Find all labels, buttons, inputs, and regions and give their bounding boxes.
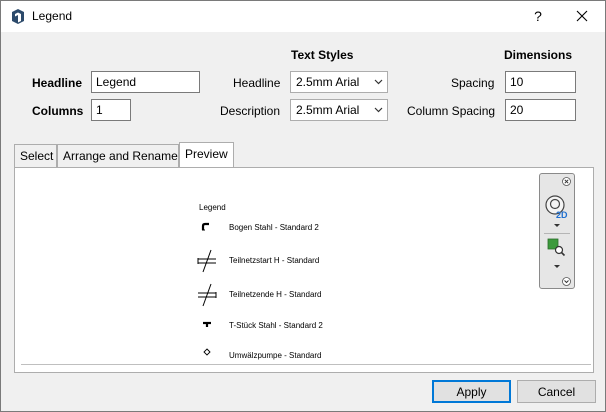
subnet-end-icon xyxy=(198,283,217,307)
column-spacing-label: Column Spacing xyxy=(407,104,496,118)
columns-label: Columns xyxy=(32,104,84,118)
close-icon[interactable] xyxy=(562,177,571,186)
text-styles-heading: Text Styles xyxy=(291,48,354,62)
chevron-down-icon xyxy=(374,107,383,113)
tab-preview[interactable]: Preview xyxy=(179,142,234,168)
style-description-label: Description xyxy=(220,104,281,118)
chevron-down-icon[interactable] xyxy=(553,223,561,228)
chevron-down-icon xyxy=(374,79,383,85)
help-icon: ? xyxy=(534,8,542,24)
style-headline-label: Headline xyxy=(233,76,281,90)
navigation-bar: 2D xyxy=(539,173,575,289)
tee-fitting-icon xyxy=(203,321,211,327)
chevron-down-icon[interactable] xyxy=(553,264,561,269)
2d-wheel-icon[interactable]: 2D xyxy=(544,194,570,220)
preview-canvas[interactable]: Legend Bogen Stahl - Standard 2 Teilnetz… xyxy=(18,171,591,367)
description-style-value: 2.5mm Arial xyxy=(296,103,360,117)
cancel-button[interactable]: Cancel xyxy=(517,380,596,403)
app-icon xyxy=(12,9,24,24)
help-button[interactable]: ? xyxy=(525,5,551,27)
preview-divider xyxy=(21,364,591,365)
legend-dialog: Legend ? Headline Columns Text Styles He… xyxy=(0,0,606,412)
legend-item-label: T-Stück Stahl - Standard 2 xyxy=(229,321,323,330)
subnet-start-icon xyxy=(197,249,216,273)
description-style-select[interactable]: 2.5mm Arial xyxy=(290,99,388,121)
headline-label: Headline xyxy=(32,76,83,90)
preview-legend-title: Legend xyxy=(199,203,226,212)
column-spacing-input[interactable] xyxy=(505,99,576,121)
svg-text:2D: 2D xyxy=(556,210,568,220)
legend-item-label: Umwälzpumpe - Standard xyxy=(229,351,322,360)
tab-arrange-and-rename[interactable]: Arrange and Rename xyxy=(57,144,179,168)
tab-label: Arrange and Rename xyxy=(63,149,178,163)
close-icon xyxy=(576,10,588,22)
preview-panel: Legend Bogen Stahl - Standard 2 Teilnetz… xyxy=(14,167,594,373)
apply-button[interactable]: Apply xyxy=(432,380,511,403)
headline-style-value: 2.5mm Arial xyxy=(296,75,360,89)
close-button[interactable] xyxy=(567,5,597,27)
legend-item-label: Teilnetzstart H - Standard xyxy=(229,256,320,265)
tab-label: Preview xyxy=(185,147,228,161)
dimensions-heading: Dimensions xyxy=(504,48,573,62)
spacing-input[interactable] xyxy=(505,71,576,93)
spacing-label: Spacing xyxy=(451,76,495,90)
pump-icon xyxy=(203,348,211,356)
window-title: Legend xyxy=(32,9,73,23)
title-bar: Legend ? xyxy=(1,1,605,32)
columns-input[interactable] xyxy=(91,99,131,121)
headline-input[interactable] xyxy=(91,71,200,93)
legend-item-label: Bogen Stahl - Standard 2 xyxy=(229,223,319,232)
zoom-extents-icon[interactable] xyxy=(546,237,566,257)
navbar-separator xyxy=(544,233,570,234)
tab-label: Select xyxy=(20,149,54,163)
tab-select[interactable]: Select xyxy=(14,144,57,168)
bend-fitting-icon xyxy=(201,222,209,231)
legend-item-label: Teilnetzende H - Standard xyxy=(229,290,322,299)
headline-style-select[interactable]: 2.5mm Arial xyxy=(290,71,388,93)
expand-icon[interactable] xyxy=(562,277,571,286)
